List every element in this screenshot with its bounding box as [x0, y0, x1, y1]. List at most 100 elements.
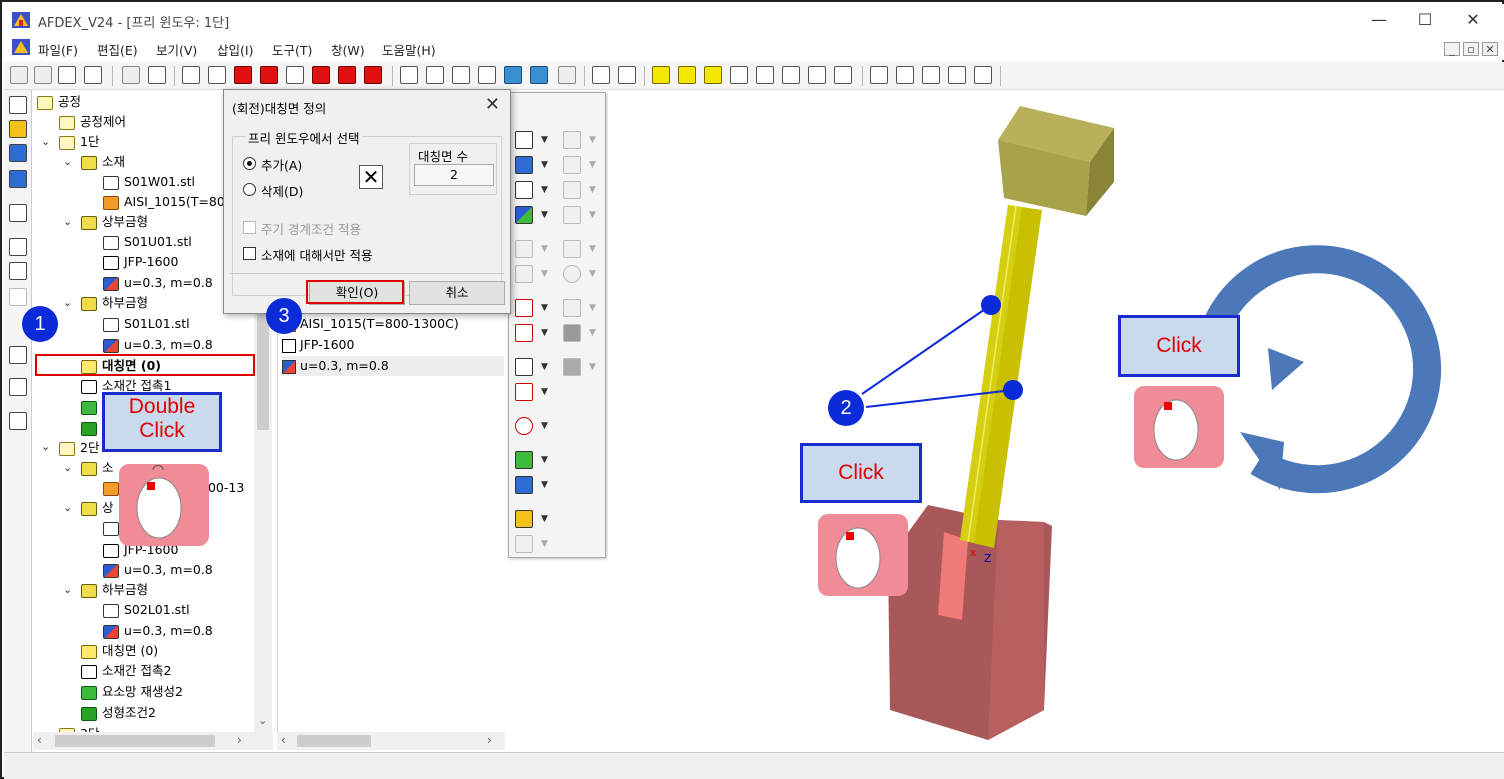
screen-icon[interactable]: [9, 204, 27, 222]
transparency-icon[interactable]: [808, 66, 826, 84]
open-file-icon[interactable]: [34, 66, 52, 84]
tree-item-process[interactable]: 공정: [37, 92, 81, 112]
shade-edge-icon[interactable]: [678, 66, 696, 84]
menu-view[interactable]: 보기(V): [156, 40, 197, 59]
tree-item-friction[interactable]: u=0.3, m=0.8: [103, 621, 213, 641]
clear-x-button[interactable]: ✕: [359, 165, 383, 189]
shade-mesh-icon[interactable]: [704, 66, 722, 84]
menu-window[interactable]: 창(W): [331, 40, 365, 59]
monitor-icon[interactable]: [9, 144, 27, 162]
view-back-icon[interactable]: [426, 66, 444, 84]
tree-item-lower-die[interactable]: 하부금형: [81, 293, 148, 313]
periodic-bc-checkbox[interactable]: [243, 221, 256, 234]
view-cube-4-icon[interactable]: [260, 66, 278, 84]
tree-item-press[interactable]: JFP-1600: [103, 252, 178, 272]
menu-edit[interactable]: 편집(E): [97, 40, 138, 59]
hierarchy-icon[interactable]: [9, 262, 27, 280]
tree-item-material[interactable]: AISI_1015(T=800: [103, 192, 233, 212]
section-icon[interactable]: [834, 66, 852, 84]
tree-item-friction[interactable]: u=0.3, m=0.8: [103, 273, 213, 293]
maximize-button[interactable]: ☐: [1402, 6, 1448, 34]
tree-item-workpiece[interactable]: 소재: [81, 152, 125, 172]
tree-item-upper-die[interactable]: 상: [81, 498, 114, 518]
wireframe-icon[interactable]: [730, 66, 748, 84]
save-icon[interactable]: [84, 66, 102, 84]
spring-tool-icon[interactable]: [563, 240, 581, 258]
boundary-tool-icon[interactable]: [515, 358, 533, 376]
checklist-icon[interactable]: [9, 412, 27, 430]
mesh2-tool-icon[interactable]: [515, 476, 533, 494]
menu-help[interactable]: 도움말(H): [382, 40, 436, 59]
tree-item-workpiece-stl[interactable]: S01W01.stl: [103, 172, 195, 192]
shade-solid-icon[interactable]: [652, 66, 670, 84]
export-icon[interactable]: [148, 66, 166, 84]
axis-tool-icon[interactable]: [515, 510, 533, 528]
view-rotate-icon[interactable]: [504, 66, 522, 84]
tree-horizontal-scrollbar[interactable]: ‹ ›: [33, 732, 273, 750]
tree-item-forming-condition[interactable]: 성형조건2: [81, 703, 156, 723]
chevron-down-icon[interactable]: ⌄: [41, 135, 50, 148]
hidden-line-icon[interactable]: [782, 66, 800, 84]
pin-tool-icon[interactable]: [563, 206, 581, 224]
import-icon[interactable]: [122, 66, 140, 84]
camera-icon[interactable]: [592, 66, 610, 84]
scroll-thumb[interactable]: [55, 735, 215, 747]
tree-item-upper-die-stl[interactable]: S01U01.stl: [103, 232, 192, 252]
scroll-left-icon[interactable]: ‹: [37, 733, 42, 747]
friction-tool-icon[interactable]: [515, 206, 533, 224]
zoom-in-icon[interactable]: [896, 66, 914, 84]
settings-wrench-icon[interactable]: [558, 66, 576, 84]
tree-item-stage-3[interactable]: 3단: [59, 724, 99, 732]
press-tool-icon[interactable]: [515, 181, 533, 199]
scroll-down-icon[interactable]: ⌄: [258, 714, 267, 727]
ring-tool-icon[interactable]: [563, 265, 581, 283]
menu-tools[interactable]: 도구(T): [272, 40, 312, 59]
view-top-icon[interactable]: [452, 66, 470, 84]
view-cube-2-icon[interactable]: [208, 66, 226, 84]
rotate-view-icon[interactable]: [974, 66, 992, 84]
list-item-material[interactable]: AISI_1015(T=800-1300C): [282, 314, 504, 334]
heat2-tool-icon[interactable]: [515, 265, 533, 283]
tree-item-remesh[interactable]: 요소망 재생성2: [81, 682, 183, 702]
user-icon[interactable]: [9, 378, 27, 396]
view-iso-icon[interactable]: [530, 66, 548, 84]
radio-add[interactable]: [243, 157, 256, 170]
workpiece-only-checkbox[interactable]: [243, 247, 256, 260]
mdi-minimize-button[interactable]: _: [1444, 42, 1460, 56]
tree-item-upper-die[interactable]: 상부금형: [81, 212, 148, 232]
tree-item-remesh[interactable]: [81, 397, 102, 417]
color-map-icon[interactable]: [618, 66, 636, 84]
tree-item-lower-die-stl[interactable]: S02L01.stl: [103, 600, 190, 620]
tree-view-icon[interactable]: [9, 96, 27, 114]
view-cube-1-icon[interactable]: [182, 66, 200, 84]
cube-disabled-icon[interactable]: [9, 288, 27, 306]
zoom-fit-icon[interactable]: [870, 66, 888, 84]
tree-item-friction[interactable]: u=0.3, m=0.8: [103, 560, 213, 580]
pan-hand-icon[interactable]: [948, 66, 966, 84]
assembly-tool-icon[interactable]: [563, 131, 581, 149]
contact-tool-icon[interactable]: [515, 299, 533, 317]
close-button[interactable]: ✕: [1450, 6, 1496, 34]
scroll-thumb[interactable]: [297, 735, 371, 747]
tree-item-process-control[interactable]: 공정제어: [59, 112, 126, 132]
die-tool-icon[interactable]: [515, 156, 533, 174]
tree-item-friction[interactable]: u=0.3, m=0.8: [103, 335, 213, 355]
workpiece-tool-icon[interactable]: [515, 131, 533, 149]
hand-tool-icon[interactable]: [9, 120, 27, 138]
mdi-close-button[interactable]: ✕: [1482, 42, 1498, 56]
view-cube-5-icon[interactable]: [286, 66, 304, 84]
mesh-wire-icon[interactable]: [756, 66, 774, 84]
scroll-right-icon[interactable]: ›: [237, 733, 242, 747]
minimize-button[interactable]: —: [1356, 6, 1402, 34]
open-folder-icon[interactable]: [58, 66, 76, 84]
panel-horizontal-scrollbar[interactable]: ‹ ›: [277, 732, 505, 750]
contact2-tool-icon[interactable]: [515, 324, 533, 342]
tree-item-workpiece[interactable]: 소: [81, 458, 114, 478]
3d-viewport[interactable]: x Z: [608, 90, 1504, 752]
list-item-friction[interactable]: u=0.3, m=0.8: [282, 356, 504, 376]
radio-delete[interactable]: [243, 183, 256, 196]
tree-item-lower-die-stl[interactable]: S01L01.stl: [103, 314, 190, 334]
view-cube-7-icon[interactable]: [338, 66, 356, 84]
view-cube-6-icon[interactable]: [312, 66, 330, 84]
menu-file[interactable]: 파일(F): [38, 40, 78, 59]
